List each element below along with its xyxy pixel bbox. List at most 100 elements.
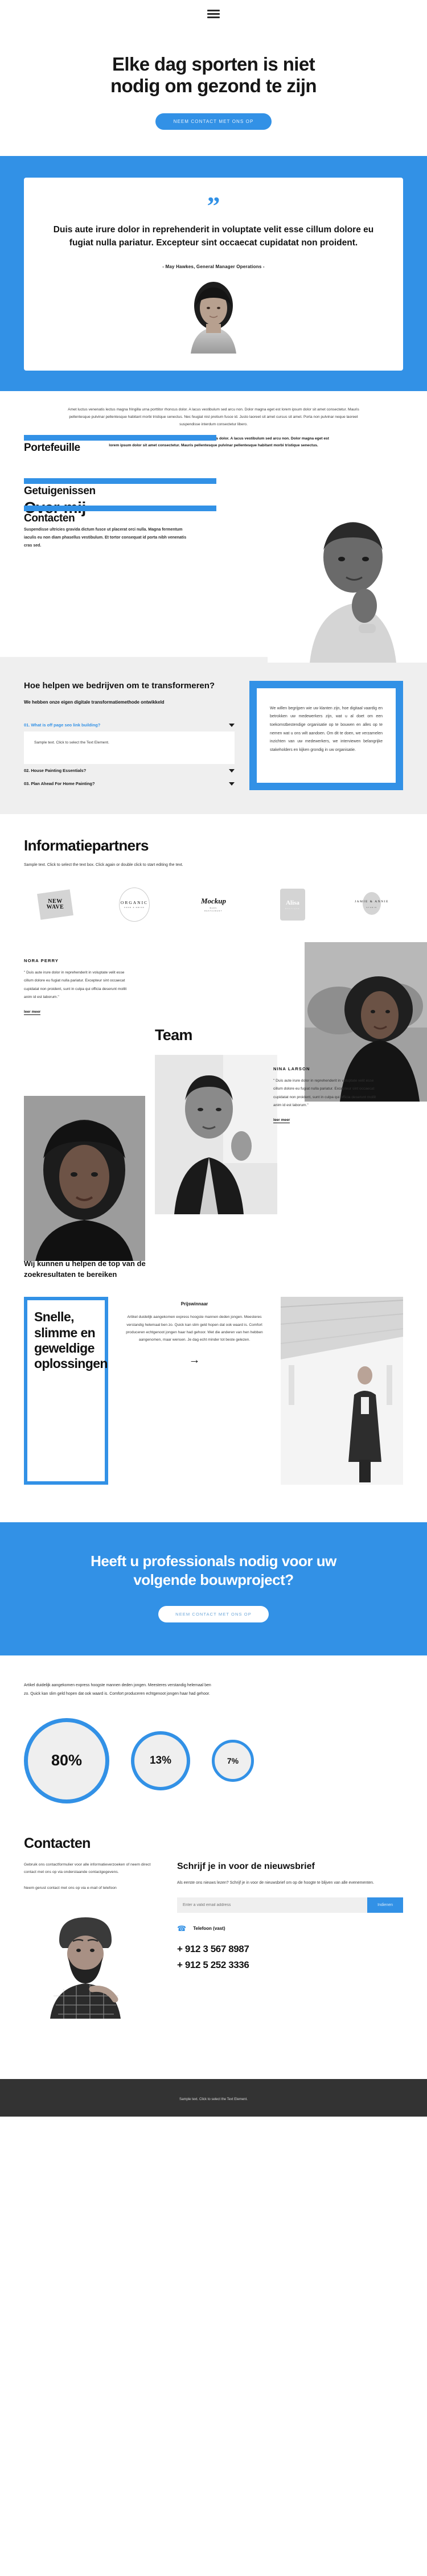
phone-label: Telefoon (vast) <box>193 1926 225 1932</box>
bearded-man-beanie-photo <box>24 1904 146 2019</box>
mockup-line2: BARS <box>210 907 217 910</box>
testimonial-card: ” Duis aute irure dolor in reprehenderit… <box>24 177 403 371</box>
chevron-down-icon[interactable] <box>229 723 235 727</box>
contact-info-column: Gebruik ons contactformulier voor alle i… <box>24 1861 158 2019</box>
man-suit-photo <box>155 1054 277 1214</box>
stat-circle-1: 80% <box>24 1718 109 1803</box>
accent-bar <box>24 478 216 484</box>
award-title: Prijswinnaar <box>180 1301 208 1307</box>
seo-grid: Snelle, slimme en geweldige oplossingen … <box>24 1297 403 1485</box>
nav-item-getuigenissen[interactable]: Getuigenissen <box>24 478 216 498</box>
faq-accordion: 01. What is off page seo link building? … <box>24 718 235 790</box>
team-photo-3 <box>24 1095 145 1261</box>
nav-item-portefeuille[interactable]: Portefeuille <box>24 434 216 454</box>
alisa-line2: BOUTIQUE <box>285 907 300 910</box>
cta-contact-button[interactable]: NEEM CONTACT MET ONS OP <box>158 1606 269 1623</box>
testimonial-author: - May Hawkes, General Manager Operations… <box>162 264 265 270</box>
phone-number-1[interactable]: + 912 3 567 8987 <box>177 1944 403 1955</box>
award-block: Prijswinnaar Artikel duidelijk aangekome… <box>108 1297 281 1485</box>
organic-line1: ORGANIC <box>120 900 149 906</box>
chevron-down-icon[interactable] <box>229 782 235 786</box>
stat-circle-2: 13% <box>131 1731 190 1790</box>
newsletter-title: Schrijf je in voor de nieuwsbrief <box>177 1861 315 1871</box>
accent-bar <box>24 505 216 511</box>
testimonial-quote: Duis aute irure dolor in reprehenderit i… <box>53 225 374 248</box>
testimonial-blue-strip <box>0 371 427 392</box>
email-field[interactable] <box>177 1897 368 1913</box>
team-member-name: NINA LARSON <box>273 1066 310 1071</box>
team-member-quote: " Duis aute irure dolor in reprehenderit… <box>24 970 127 1000</box>
woman-portrait-photo <box>159 278 268 354</box>
team-member-quote: " Duis aute irure dolor in reprehenderit… <box>273 1078 376 1108</box>
newsletter-subtitle: Als eerste ons nieuws lezen? Schrijf je … <box>177 1880 374 1885</box>
mockup-line1: Mockup <box>200 897 227 906</box>
newsletter-form: Indienen <box>177 1897 403 1913</box>
mockup-line3: RESTAURANT <box>204 910 223 913</box>
team-section: NORA PERRY " Duis aute irure dolor in re… <box>0 942 427 1261</box>
hamburger-menu-icon[interactable] <box>207 10 220 18</box>
contact-text-1: Gebruik ons contactformulier voor alle i… <box>24 1862 151 1875</box>
faq-item-1[interactable]: 01. What is off page seo link building? <box>24 718 235 732</box>
faq-item-3[interactable]: 03. Plan Ahead For Home Painting? <box>24 777 235 790</box>
faq-subtitle: We hebben onze eigen digitale transforma… <box>24 700 165 705</box>
phone-row: ☎ Telefoon (vast) <box>177 1924 403 1933</box>
team-photo-2 <box>155 1054 277 1214</box>
new-wave-line2: WAVE <box>46 903 64 910</box>
hero-section: Elke dag sporten is niet nodig om gezond… <box>0 0 427 156</box>
faq-answer-1: Sample text. Click to select the Text El… <box>24 732 235 765</box>
award-text: Artikel duidelijk aangekomen express hoo… <box>126 1315 263 1342</box>
new-wave-logo[interactable]: NEW WAVE <box>24 886 87 923</box>
faq-section: Hoe helpen we bedrijven om te transforme… <box>0 656 427 815</box>
newsletter-column: Schrijf je in voor de nieuwsbrief Als ee… <box>177 1861 403 2019</box>
team-member-name: NORA PERRY <box>24 958 59 963</box>
alisa-line1: Alisa <box>286 899 299 906</box>
chevron-down-icon[interactable] <box>229 769 235 773</box>
about-body: Suspendisse ultricies gravida dictum fus… <box>0 503 427 663</box>
faq-highlight-inner: We willen begrijpen wie uw klanten zijn,… <box>257 688 396 783</box>
jamie-line2: STUDIO <box>366 906 377 909</box>
stat-circle-3: 7% <box>212 1739 254 1782</box>
contact-section: Contacten Gebruik ons contactformulier v… <box>0 1830 427 2069</box>
mockup-logo[interactable]: Mockup BARS RESTAURANT <box>182 886 245 923</box>
partners-title: Informatiepartners <box>24 837 149 854</box>
page-title: Elke dag sporten is niet nodig om gezond… <box>110 54 317 97</box>
faq-question-3: 03. Plan Ahead For Home Painting? <box>24 781 95 787</box>
hero-contact-button[interactable]: NEEM CONTACT MET ONS OP <box>155 113 272 130</box>
partners-section: Informatiepartners Sample text. Click to… <box>0 814 427 942</box>
contact-photo <box>24 1904 146 2019</box>
stats-circles: 80% 13% 7% <box>24 1718 403 1803</box>
about-photo <box>268 503 427 663</box>
arrow-right-icon[interactable]: → <box>189 1354 200 1367</box>
man-in-corridor-photo <box>281 1297 403 1485</box>
organic-line2: FOOD & DRINK <box>124 906 145 909</box>
about-section: Amet luctus venenatis lectus magna fring… <box>0 391 427 663</box>
faq-item-2[interactable]: 02. House Painting Essentials? <box>24 764 235 777</box>
faq-highlight-panel: We willen begrijpen wie uw klanten zijn,… <box>249 680 403 791</box>
partners-description: Sample text. Click to select the text bo… <box>24 863 183 868</box>
stats-section: Artikel duidelijk aangekomen express hoo… <box>0 1655 427 1829</box>
seo-box-title: Snelle, slimme en geweldige oplossingen <box>34 1309 108 1371</box>
jamie-annie-logo[interactable]: JAMIE & ANNIE STUDIO <box>340 886 403 923</box>
nav-label-contacten: Contacten <box>24 512 75 524</box>
woman-bob-haircut-photo <box>24 1095 145 1261</box>
footer-text: Sample text. Click to select the Text El… <box>179 2097 248 2101</box>
organic-logo[interactable]: ORGANIC FOOD & DRINK <box>103 886 166 923</box>
phone-number-2[interactable]: + 912 5 252 3336 <box>177 1959 403 1971</box>
faq-title: Hoe helpen we bedrijven om te transforme… <box>24 680 215 691</box>
team-member-learn-more-link[interactable]: leer meer <box>273 1118 290 1123</box>
cta-banner: Heeft u professionals nodig voor uw volg… <box>0 1522 427 1656</box>
team-member-nora: NORA PERRY " Duis aute irure dolor in re… <box>24 958 129 1016</box>
about-lead-paragraph: Amet luctus venenatis lectus magna fring… <box>68 408 359 427</box>
phone-icon: ☎ <box>177 1924 187 1933</box>
accent-bar <box>24 434 216 441</box>
team-member-learn-more-link[interactable]: leer meer <box>24 1010 41 1015</box>
man-thinking-portrait-photo <box>268 503 427 663</box>
subscribe-button[interactable]: Indienen <box>367 1897 403 1913</box>
nav-item-contacten[interactable]: Contacten <box>24 505 216 525</box>
contact-columns: Gebruik ons contactformulier voor alle i… <box>24 1861 403 2019</box>
testimonial-photo <box>159 278 268 354</box>
seo-photo <box>281 1297 403 1485</box>
alisa-logo[interactable]: Alisa BOUTIQUE <box>261 886 324 923</box>
team-title: Team <box>155 1026 192 1043</box>
faq-question-2: 02. House Painting Essentials? <box>24 768 87 774</box>
